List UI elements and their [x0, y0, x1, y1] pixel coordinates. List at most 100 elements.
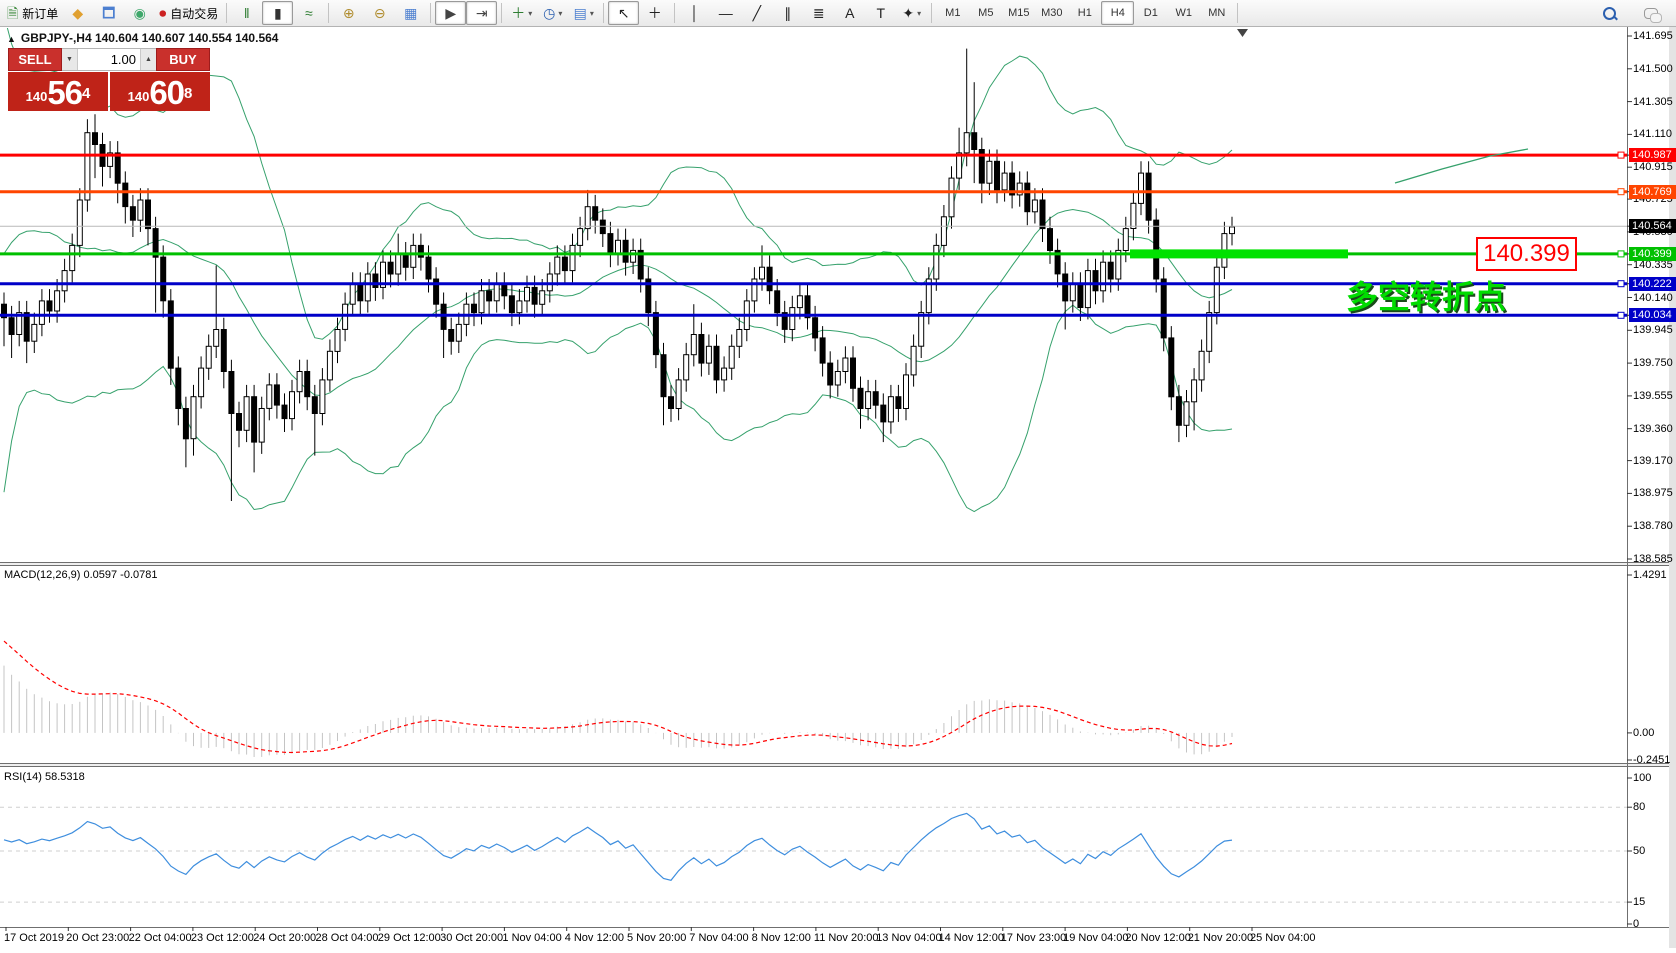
- horizontal-line-button[interactable]: —: [710, 1, 741, 25]
- toolbar-separator: [328, 3, 329, 23]
- scale-tick-label: -0.2451: [1633, 754, 1670, 766]
- collapse-panel-icon[interactable]: ▲: [7, 34, 16, 44]
- volume-decrease-button[interactable]: ▼: [62, 49, 78, 70]
- scale-tick-label: 140.915: [1633, 161, 1673, 173]
- scale-tick-label: 139.750: [1633, 357, 1673, 369]
- text-label-icon: T: [877, 6, 886, 20]
- time-axis-label: 17 Oct 2019: [4, 932, 64, 944]
- zoom-in-icon: ⊕: [343, 6, 355, 20]
- time-axis-label: 24 Oct 20:00: [253, 932, 316, 944]
- time-axis-label: 29 Oct 12:00: [378, 932, 441, 944]
- periods-button[interactable]: ◷▾: [537, 1, 568, 25]
- trendline-button[interactable]: ╱: [741, 1, 772, 25]
- tile-windows-icon: ▦: [404, 6, 417, 20]
- scale-tick-label: 138.585: [1633, 553, 1673, 565]
- trendline-icon: ╱: [753, 6, 761, 20]
- line-chart-button[interactable]: ≈: [293, 1, 324, 25]
- timeframe-h4[interactable]: H4: [1101, 1, 1134, 25]
- text-icon: A: [845, 6, 854, 20]
- text-button[interactable]: A: [834, 1, 865, 25]
- turning-point-annotation-text[interactable]: 多空转折点: [1346, 272, 1506, 318]
- periods-icon: ◷: [543, 6, 555, 20]
- autotrading-button[interactable]: ⏺自动交易: [155, 1, 222, 25]
- equidistant-channel-button[interactable]: ∥: [772, 1, 803, 25]
- cursor-button[interactable]: ↖: [608, 1, 639, 25]
- chart-shift-button[interactable]: ⇥: [466, 1, 497, 25]
- metaeditor-button[interactable]: ◆: [62, 1, 93, 25]
- indicators-button[interactable]: ＋▾: [506, 1, 537, 25]
- timeframe-h1[interactable]: H1: [1068, 1, 1101, 25]
- zoom-in-button[interactable]: ⊕: [333, 1, 364, 25]
- scale-tick-label: 138.975: [1633, 487, 1673, 499]
- macd-indicator-label: MACD(12,26,9) 0.0597 -0.0781: [4, 569, 157, 581]
- time-axis-label: 5 Nov 20:00: [627, 932, 686, 944]
- arrows-icon: ✦: [902, 6, 914, 20]
- price-marker-label: 140.769: [1629, 185, 1676, 199]
- new-order-button-label: 新订单: [22, 5, 58, 22]
- toolbar-separator: [1237, 3, 1238, 23]
- autotrading-icon: ⏺: [159, 6, 166, 20]
- equidistant-channel-icon: ∥: [784, 6, 791, 20]
- timeframe-mn[interactable]: MN: [1200, 1, 1233, 25]
- candlestick-chart-button[interactable]: ▮: [262, 1, 293, 25]
- vertical-line-button[interactable]: │: [679, 1, 710, 25]
- price-marker-label: 140.399: [1629, 247, 1676, 261]
- indicators-icon: ＋: [511, 6, 525, 20]
- scale-tick-label: 1.4291: [1633, 569, 1667, 581]
- buy-button[interactable]: BUY: [156, 48, 210, 71]
- auto-scroll-icon: ▶: [445, 6, 456, 20]
- time-axis-label: 19 Nov 04:00: [1063, 932, 1128, 944]
- arrows-button[interactable]: ✦▾: [896, 1, 927, 25]
- time-axis-label: 20 Oct 23:00: [66, 932, 129, 944]
- volume-increase-button[interactable]: ▲: [140, 49, 156, 70]
- chart-canvas[interactable]: [0, 0, 1676, 953]
- volume-input[interactable]: 1.00: [78, 49, 140, 70]
- timeframe-m30[interactable]: M30: [1035, 1, 1068, 25]
- toolbar: 🗎新订单◆🗖◉⏺自动交易‖▮≈⊕⊖▦▶⇥＋▾◷▾▤▾↖＋│—╱∥≣AT✦▾M1M…: [0, 0, 1676, 27]
- tile-windows-button[interactable]: ▦: [395, 1, 426, 25]
- scale-tick-label: 140.140: [1633, 292, 1673, 304]
- scale-tick-label: 100: [1633, 772, 1651, 784]
- text-label-button[interactable]: T: [865, 1, 896, 25]
- fibonacci-button[interactable]: ≣: [803, 1, 834, 25]
- sell-price-button[interactable]: 140564: [8, 72, 108, 111]
- time-axis-label: 21 Nov 20:00: [1188, 932, 1253, 944]
- terminal-button[interactable]: 🗖: [93, 1, 124, 25]
- new-order-button[interactable]: 🗎新订单: [3, 1, 62, 25]
- time-axis-label: 4 Nov 12:00: [565, 932, 624, 944]
- scale-tick-label: 139.360: [1633, 423, 1673, 435]
- toolbar-separator: [501, 3, 502, 23]
- timeframe-w1[interactable]: W1: [1167, 1, 1200, 25]
- templates-button[interactable]: ▤▾: [568, 1, 599, 25]
- zoom-out-button[interactable]: ⊖: [364, 1, 395, 25]
- price-marker-label: 140.564: [1629, 219, 1676, 233]
- toolbar-separator: [674, 3, 675, 23]
- sell-price-point: 4: [82, 79, 90, 109]
- timeframe-m5[interactable]: M5: [969, 1, 1002, 25]
- scale-tick-label: 80: [1633, 801, 1645, 813]
- price-level-annotation-box[interactable]: 140.399: [1476, 237, 1577, 271]
- buy-price-button[interactable]: 140608: [110, 72, 210, 111]
- timeframe-m1[interactable]: M1: [936, 1, 969, 25]
- strategy-tester-icon: ◉: [134, 6, 146, 20]
- time-axis-label: 8 Nov 12:00: [752, 932, 811, 944]
- scale-tick-label: 141.695: [1633, 30, 1673, 42]
- bar-chart-button[interactable]: ‖: [231, 1, 262, 25]
- scale-tick-label: 0.00: [1633, 727, 1654, 739]
- scale-tick-label: 141.110: [1633, 128, 1672, 140]
- time-axis-label: 25 Nov 04:00: [1250, 932, 1315, 944]
- dropdown-caret-icon: ▾: [917, 9, 921, 18]
- timeframe-m15[interactable]: M15: [1002, 1, 1035, 25]
- chat-button[interactable]: [1635, 1, 1666, 25]
- auto-scroll-button[interactable]: ▶: [435, 1, 466, 25]
- scale-tick-label: 50: [1633, 845, 1645, 857]
- crosshair-button[interactable]: ＋: [639, 1, 670, 25]
- time-axis-label: 17 Nov 23:00: [1001, 932, 1066, 944]
- dropdown-caret-icon: ▾: [558, 9, 562, 18]
- strategy-tester-button[interactable]: ◉: [124, 1, 155, 25]
- sell-button[interactable]: SELL: [8, 48, 62, 71]
- terminal-icon: 🗖: [102, 6, 115, 20]
- search-button[interactable]: [1594, 1, 1625, 25]
- search-icon: [1603, 7, 1616, 20]
- timeframe-d1[interactable]: D1: [1134, 1, 1167, 25]
